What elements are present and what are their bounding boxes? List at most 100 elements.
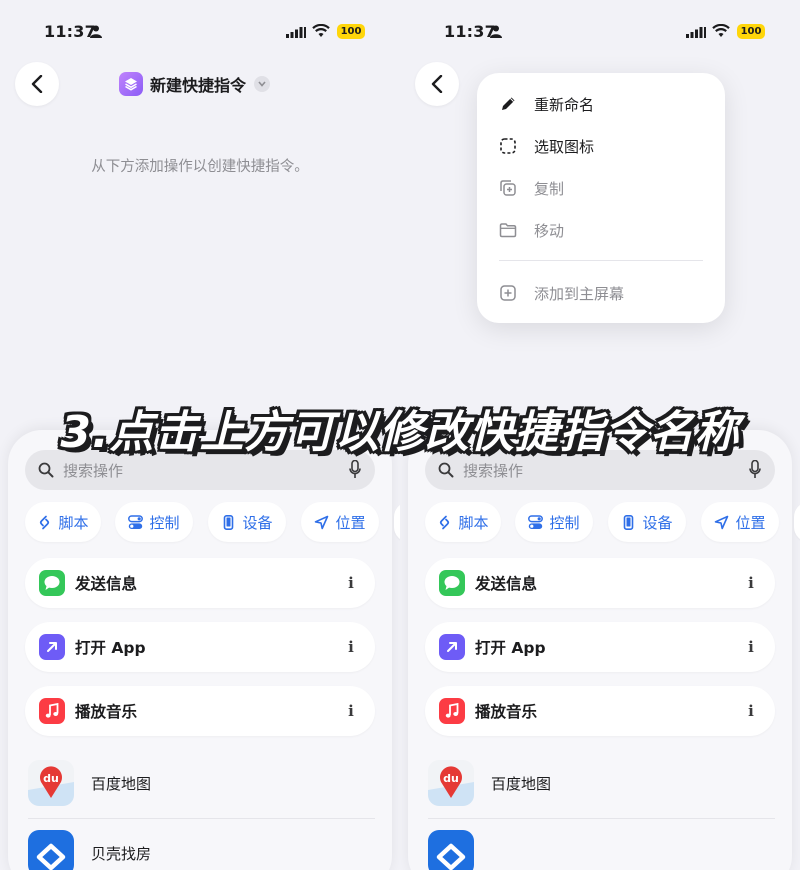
list-divider — [428, 818, 775, 819]
open-app-icon — [439, 634, 465, 660]
shortcut-options-menu: 重新命名 选取图标 复制 移动 添加到主屏幕 — [477, 73, 725, 323]
baidu-du-text: du — [43, 772, 59, 785]
info-button[interactable]: i — [339, 699, 363, 723]
chip-script[interactable]: 脚本 — [25, 502, 101, 542]
menu-item-rename[interactable]: 重新命名 — [499, 92, 594, 116]
chip-label: 设备 — [242, 513, 273, 532]
battery-badge: 100 — [737, 24, 765, 39]
action-send-message[interactable]: 发送信息 i — [25, 558, 375, 608]
info-button[interactable]: i — [339, 571, 363, 595]
signal-icon — [286, 27, 306, 38]
action-send-message[interactable]: 发送信息 i — [425, 558, 775, 608]
menu-label: 添加到主屏幕 — [534, 284, 625, 303]
menu-label: 重新命名 — [534, 95, 595, 114]
script-icon — [40, 515, 50, 529]
chip-label: 位置 — [335, 513, 366, 532]
back-button[interactable] — [15, 62, 59, 106]
chip-label: 控制 — [549, 513, 580, 532]
beike-icon — [28, 830, 74, 870]
chip-label: 脚本 — [58, 513, 89, 532]
battery-badge: 100 — [337, 24, 365, 39]
chip-device[interactable]: 设备 — [208, 502, 286, 542]
toggle-icon — [528, 514, 544, 529]
folder-icon — [499, 223, 517, 238]
action-label: 打开 App — [475, 639, 546, 657]
status-bar: 11:37 100 — [400, 22, 800, 44]
info-button[interactable]: i — [739, 699, 763, 723]
baidu-maps-icon: du — [428, 760, 474, 806]
microphone-icon[interactable] — [749, 460, 761, 480]
chip-label: 控制 — [149, 513, 180, 532]
actions-sheet: 搜索操作 脚本 控制 设备 位置 发送信息 i 打开 App i 播放音乐 i … — [408, 430, 800, 870]
chevron-down-icon — [254, 76, 271, 92]
chip-label: 位置 — [735, 513, 766, 532]
info-button[interactable]: i — [339, 635, 363, 659]
toggle-icon — [128, 514, 144, 529]
baidu-du-text: du — [443, 772, 459, 785]
action-open-app[interactable]: 打开 App i — [25, 622, 375, 672]
location-arrow-icon — [715, 515, 729, 529]
shortcut-title-button[interactable]: 新建快捷指令 — [119, 71, 271, 97]
status-time: 11:37 — [44, 22, 96, 41]
phone-icon — [224, 514, 234, 530]
tutorial-caption: 3.点击上方可以修改快捷指令名称 — [60, 407, 740, 458]
shortcuts-layers-icon — [119, 72, 143, 96]
action-play-music[interactable]: 播放音乐 i — [425, 686, 775, 736]
chevron-left-icon — [31, 75, 43, 93]
info-button[interactable]: i — [739, 635, 763, 659]
chip-device[interactable]: 设备 — [608, 502, 686, 542]
baidu-maps-icon: du — [28, 760, 74, 806]
search-placeholder: 搜索操作 — [463, 462, 524, 480]
menu-item-add-to-home[interactable]: 添加到主屏幕 — [499, 281, 624, 305]
chip-control[interactable]: 控制 — [115, 502, 193, 542]
menu-item-duplicate[interactable]: 复制 — [499, 176, 564, 200]
menu-label: 复制 — [534, 179, 565, 198]
action-play-music[interactable]: 播放音乐 i — [25, 686, 375, 736]
microphone-icon[interactable] — [349, 460, 361, 480]
search-placeholder: 搜索操作 — [63, 462, 124, 480]
action-label: 打开 App — [75, 639, 146, 657]
category-chips: 脚本 控制 设备 位置 — [25, 502, 400, 542]
status-time: 11:37 — [444, 22, 496, 41]
pencil-icon — [502, 97, 515, 110]
menu-item-choose-icon[interactable]: 选取图标 — [499, 134, 594, 158]
chip-location[interactable]: 位置 — [301, 502, 379, 542]
script-icon — [440, 515, 450, 529]
app-row-baidu-maps[interactable]: du 百度地图 — [428, 760, 778, 812]
app-label: 百度地图 — [491, 775, 552, 793]
chip-more[interactable] — [794, 502, 800, 542]
list-divider — [28, 818, 375, 819]
empty-hint: 从下方添加操作以创建快捷指令。 — [91, 159, 309, 175]
messages-icon — [39, 570, 65, 596]
person-icon — [90, 25, 102, 38]
app-label: 贝壳找房 — [91, 845, 152, 863]
shortcut-title: 新建快捷指令 — [150, 76, 247, 95]
menu-label: 选取图标 — [534, 137, 595, 156]
chip-control[interactable]: 控制 — [515, 502, 593, 542]
wifi-icon — [712, 24, 730, 37]
dashed-square-icon — [500, 138, 516, 154]
music-icon — [439, 698, 465, 724]
menu-divider — [499, 260, 703, 261]
action-label: 发送信息 — [75, 575, 138, 593]
chevron-left-icon — [431, 75, 443, 93]
signal-icon — [686, 27, 706, 38]
person-icon — [490, 25, 502, 38]
app-label: 百度地图 — [91, 775, 152, 793]
chip-script[interactable]: 脚本 — [425, 502, 501, 542]
phone-icon — [624, 514, 634, 530]
app-row-beike[interactable]: 贝壳找房 — [28, 830, 378, 870]
action-label: 播放音乐 — [75, 703, 138, 721]
search-icon — [38, 462, 54, 478]
actions-sheet: 搜索操作 脚本 控制 设备 位置 发送信息 i 打开 App i 播放音乐 i … — [8, 430, 400, 870]
chip-location[interactable]: 位置 — [701, 502, 779, 542]
back-button[interactable] — [415, 62, 459, 106]
app-row-baidu-maps[interactable]: du 百度地图 — [28, 760, 378, 812]
menu-item-move[interactable]: 移动 — [499, 218, 564, 242]
info-button[interactable]: i — [739, 571, 763, 595]
app-row-beike[interactable] — [428, 830, 778, 870]
status-bar: 11:37 100 — [0, 22, 400, 44]
music-icon — [39, 698, 65, 724]
add-square-icon — [500, 285, 516, 301]
action-open-app[interactable]: 打开 App i — [425, 622, 775, 672]
